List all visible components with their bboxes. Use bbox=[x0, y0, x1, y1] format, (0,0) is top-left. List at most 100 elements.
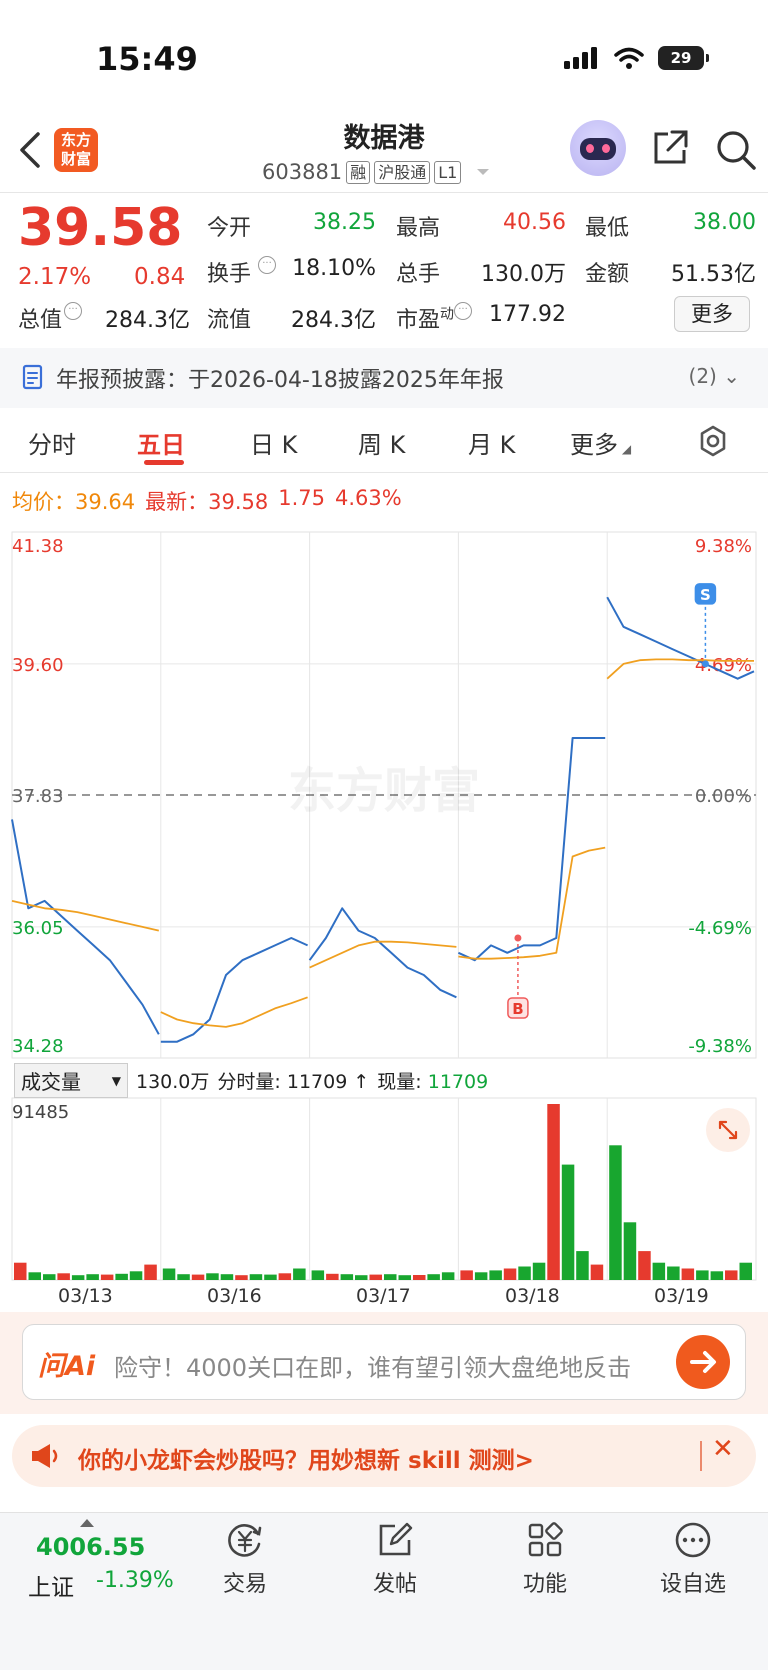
share-icon[interactable] bbox=[650, 128, 690, 168]
pe-label[interactable]: 市盈动 ··· bbox=[396, 302, 473, 334]
tab-intraday[interactable]: 分时 bbox=[28, 425, 76, 460]
volume-indicator-select[interactable]: 成交量 ▼ bbox=[14, 1063, 128, 1098]
notice-count[interactable]: (2) ⌄ bbox=[689, 364, 740, 388]
volume-bar bbox=[326, 1273, 339, 1280]
tab-more[interactable]: 更多 ◢ bbox=[570, 425, 631, 460]
split-volume: 分时量: 11709 ↑ bbox=[217, 1071, 370, 1093]
mktcap-label[interactable]: 总值 ··· bbox=[18, 302, 83, 334]
expand-icon bbox=[718, 1120, 738, 1140]
volume-bar bbox=[177, 1274, 190, 1280]
float-value: 284.3亿 bbox=[291, 308, 376, 333]
volume-bar bbox=[162, 1268, 176, 1280]
ai-submit-button[interactable] bbox=[676, 1335, 730, 1389]
volume-bar bbox=[220, 1274, 234, 1280]
last-price-legend: 最新：39.58 bbox=[145, 490, 269, 514]
y-label-left: 41.38 bbox=[12, 536, 64, 557]
ai-robot-avatar[interactable] bbox=[570, 120, 626, 176]
arrow-right-icon bbox=[690, 1351, 716, 1373]
x-label-0317: 03/17 bbox=[356, 1285, 411, 1307]
volume-bar bbox=[86, 1274, 99, 1280]
low-value: 38.00 bbox=[693, 210, 756, 235]
nav-functions[interactable]: 功能 bbox=[500, 1520, 590, 1598]
five-day-chart[interactable]: 东方财富41.38 9.38%39.60 4.69%37.83 0.00%36.05-… bbox=[0, 520, 768, 1312]
volume-bar bbox=[681, 1268, 695, 1280]
price-line bbox=[160, 937, 309, 1043]
index-value[interactable]: 4006.55 bbox=[36, 1533, 145, 1561]
nav-trade[interactable]: 交易 bbox=[200, 1520, 290, 1598]
tab-weekly-k[interactable]: 周 K bbox=[358, 425, 405, 460]
volume-bar bbox=[576, 1251, 589, 1280]
volume-bar bbox=[264, 1274, 277, 1280]
status-icons: 29 bbox=[564, 46, 709, 70]
volume-bar bbox=[71, 1275, 85, 1280]
settings-icon[interactable] bbox=[696, 424, 730, 458]
caret-up-icon bbox=[80, 1519, 94, 1527]
volume-bar bbox=[652, 1262, 666, 1280]
tab-monthly-k[interactable]: 月 K bbox=[468, 425, 515, 460]
open-value: 38.25 bbox=[313, 210, 376, 235]
high-label: 最高 bbox=[396, 216, 441, 241]
open-label: 今开 bbox=[207, 216, 252, 241]
turnover-label[interactable]: 换手 ··· bbox=[207, 256, 277, 288]
volume-bar bbox=[739, 1262, 752, 1280]
tab-five-day[interactable]: 五日 bbox=[137, 425, 185, 460]
y-label-left: 39.60 bbox=[12, 655, 64, 676]
avg-price-line bbox=[458, 846, 606, 960]
promo-close-icon[interactable]: ✕ bbox=[712, 1434, 734, 1464]
volume-header: 成交量 ▼ 130.0万 分时量: 11709 ↑ 现量: 11709 bbox=[14, 1063, 488, 1098]
promo-separator bbox=[700, 1441, 702, 1471]
volume-bar bbox=[441, 1272, 455, 1280]
volume-bar bbox=[503, 1268, 517, 1280]
price-line bbox=[308, 907, 457, 999]
chg-pct-legend: 4.63% bbox=[335, 486, 402, 510]
volume-value: 130.0万 bbox=[481, 262, 566, 287]
volume-bar bbox=[235, 1275, 248, 1280]
volume-bar bbox=[590, 1264, 604, 1280]
volume-bar bbox=[100, 1274, 114, 1280]
tabs-divider bbox=[0, 472, 768, 473]
last-price: 39.58 bbox=[18, 198, 183, 258]
volume-bar bbox=[191, 1274, 205, 1280]
volume-bar bbox=[547, 1104, 560, 1280]
index-change-pct: -1.39% bbox=[96, 1568, 174, 1593]
expand-chart-button[interactable] bbox=[706, 1108, 750, 1152]
x-label-0318: 03/18 bbox=[505, 1285, 560, 1307]
trade-marker-dot bbox=[701, 660, 709, 668]
avg-price-legend: 均价：39.64 bbox=[12, 490, 136, 514]
nav-watchlist[interactable]: 设自选 bbox=[648, 1520, 738, 1598]
y-label-left: 34.28 bbox=[12, 1036, 64, 1057]
pe-value: 177.92 bbox=[489, 302, 566, 327]
volume-label: 总手 bbox=[396, 262, 441, 287]
y-label-right: -9.38% bbox=[688, 1036, 752, 1057]
volume-bar bbox=[340, 1274, 354, 1280]
battery-icon: 29 bbox=[658, 46, 709, 70]
volume-bar bbox=[532, 1262, 546, 1280]
volume-bar bbox=[413, 1275, 426, 1280]
status-time: 15:49 bbox=[96, 40, 198, 78]
trade-icon bbox=[228, 1524, 262, 1557]
stock-code: 603881 bbox=[262, 160, 343, 184]
search-icon[interactable] bbox=[714, 128, 758, 172]
volume-bar bbox=[561, 1164, 575, 1280]
trade-marker-label: S bbox=[700, 586, 711, 604]
avg-price-line bbox=[160, 996, 308, 1028]
volume-bar bbox=[710, 1271, 724, 1280]
high-value: 40.56 bbox=[503, 210, 566, 235]
dropdown-icon bbox=[477, 169, 490, 175]
ai-prompt-text[interactable]: 险守！4000关口在即，谁有望引领大盘绝地反击 bbox=[114, 1348, 662, 1383]
volume-bar bbox=[474, 1272, 488, 1280]
more-quote-button[interactable]: 更多 bbox=[674, 296, 750, 332]
change-pct: 2.17% bbox=[18, 264, 92, 290]
volume-bar bbox=[249, 1274, 263, 1280]
stock-subline[interactable]: 603881 融 沪股通 L1 bbox=[262, 160, 493, 184]
volume-bar bbox=[43, 1274, 56, 1280]
nav-post[interactable]: 发帖 bbox=[350, 1520, 440, 1598]
volume-bar bbox=[609, 1145, 622, 1280]
promo-text[interactable]: 你的小龙虾会炒股吗？用妙想新 skill 测测> bbox=[78, 1441, 534, 1475]
tab-daily-k[interactable]: 日 K bbox=[250, 425, 297, 460]
volume-bar bbox=[518, 1266, 531, 1280]
y-label-right: 9.38% bbox=[695, 536, 752, 557]
signal-icon bbox=[564, 47, 597, 69]
change-value: 0.84 bbox=[134, 264, 186, 290]
info-icon: ··· bbox=[258, 256, 277, 274]
